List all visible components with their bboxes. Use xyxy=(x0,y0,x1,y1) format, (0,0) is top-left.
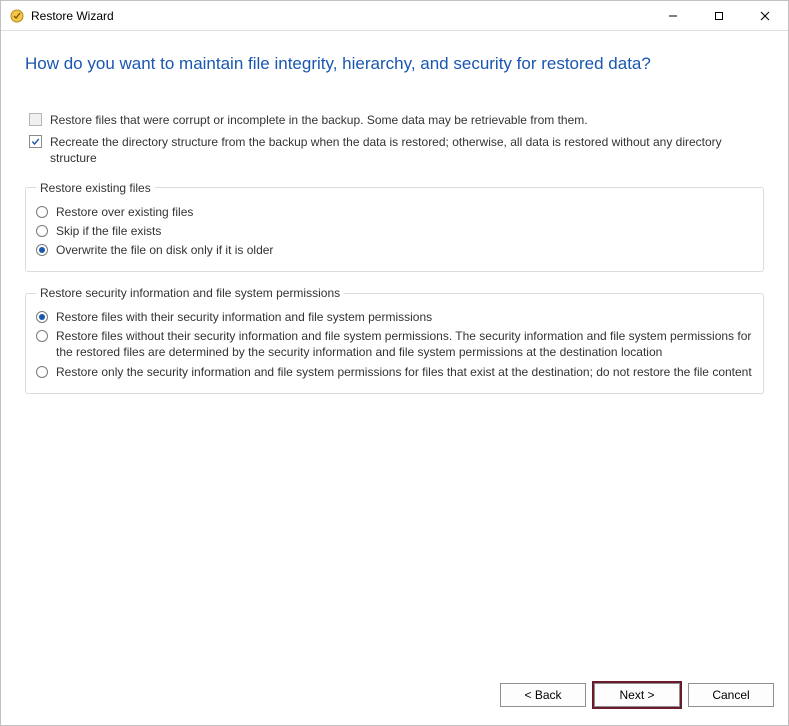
radio-security-with[interactable]: Restore files with their security inform… xyxy=(36,309,753,325)
radio-existing-overwrite-older[interactable]: Overwrite the file on disk only if it is… xyxy=(36,242,753,258)
option-label: Recreate the directory structure from th… xyxy=(50,134,764,166)
page-heading: How do you want to maintain file integri… xyxy=(25,53,764,76)
back-button[interactable]: < Back xyxy=(500,683,586,707)
group-legend: Restore existing files xyxy=(36,181,155,195)
radio-icon[interactable] xyxy=(36,311,48,323)
checkbox-recreate-dir[interactable] xyxy=(29,135,42,148)
radio-label: Skip if the file exists xyxy=(56,223,161,239)
radio-label: Restore over existing files xyxy=(56,204,193,220)
radio-existing-skip[interactable]: Skip if the file exists xyxy=(36,223,753,239)
radio-security-without[interactable]: Restore files without their security inf… xyxy=(36,328,753,360)
minimize-button[interactable] xyxy=(650,1,696,31)
titlebar: Restore Wizard xyxy=(1,1,788,31)
radio-label: Overwrite the file on disk only if it is… xyxy=(56,242,273,258)
window-title: Restore Wizard xyxy=(31,9,114,23)
next-button[interactable]: Next > xyxy=(594,683,680,707)
radio-icon[interactable] xyxy=(36,206,48,218)
group-legend: Restore security information and file sy… xyxy=(36,286,344,300)
maximize-button[interactable] xyxy=(696,1,742,31)
radio-security-only[interactable]: Restore only the security information an… xyxy=(36,364,753,380)
close-button[interactable] xyxy=(742,1,788,31)
radio-existing-over[interactable]: Restore over existing files xyxy=(36,204,753,220)
radio-icon[interactable] xyxy=(36,366,48,378)
wizard-content: How do you want to maintain file integri… xyxy=(1,31,788,394)
option-restore-corrupt[interactable]: Restore files that were corrupt or incom… xyxy=(29,112,764,128)
group-restore-existing: Restore existing files Restore over exis… xyxy=(25,181,764,273)
radio-icon[interactable] xyxy=(36,244,48,256)
radio-icon[interactable] xyxy=(36,330,48,342)
cancel-button[interactable]: Cancel xyxy=(688,683,774,707)
radio-icon[interactable] xyxy=(36,225,48,237)
radio-label: Restore files with their security inform… xyxy=(56,309,432,325)
wizard-footer: < Back Next > Cancel xyxy=(1,675,788,725)
checkbox-restore-corrupt[interactable] xyxy=(29,113,42,126)
option-label: Restore files that were corrupt or incom… xyxy=(50,112,588,128)
option-recreate-dir[interactable]: Recreate the directory structure from th… xyxy=(29,134,764,166)
group-security-permissions: Restore security information and file sy… xyxy=(25,286,764,394)
radio-label: Restore files without their security inf… xyxy=(56,328,753,360)
radio-label: Restore only the security information an… xyxy=(56,364,752,380)
app-icon xyxy=(9,8,25,24)
